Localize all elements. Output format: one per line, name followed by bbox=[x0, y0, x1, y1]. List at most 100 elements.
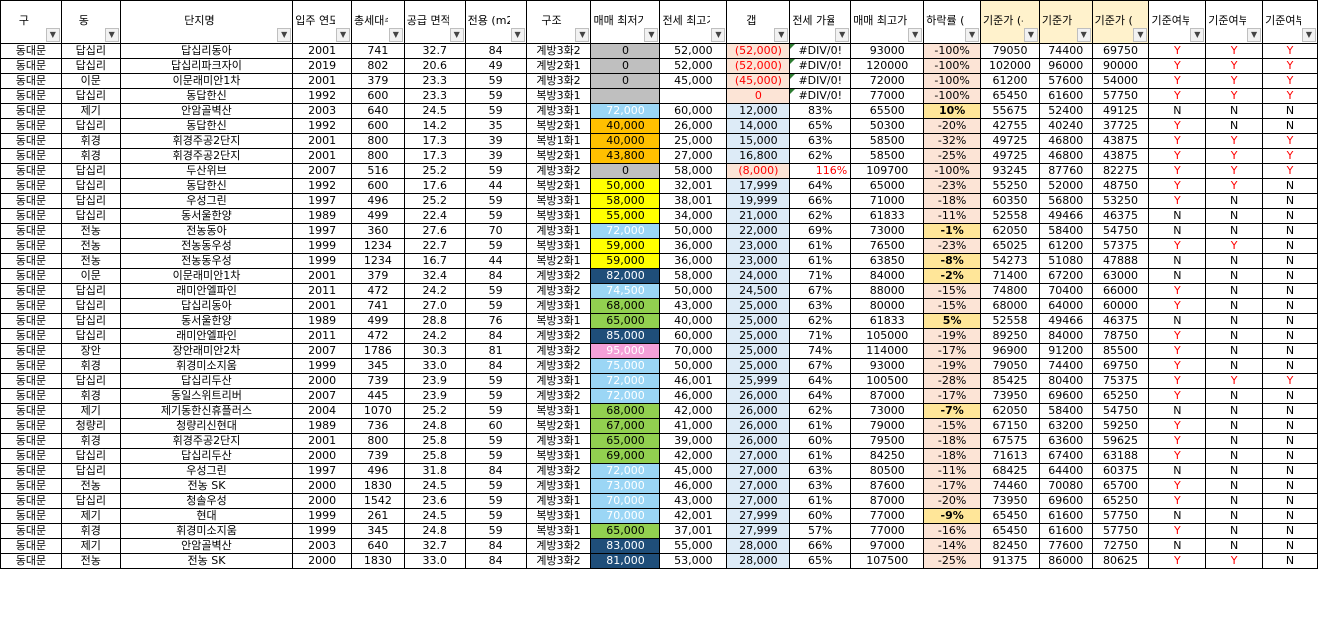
cell-sale-max-price[interactable]: 77000 bbox=[850, 88, 925, 104]
cell-supply-area[interactable]: 23.3 bbox=[403, 88, 466, 104]
cell-base-flag-20[interactable]: Y bbox=[1205, 373, 1264, 389]
cell-exclusive-area[interactable]: 59 bbox=[464, 448, 527, 464]
cell-complex-name[interactable]: 전농 SK bbox=[119, 478, 294, 494]
cell-base-flag-15[interactable]: N bbox=[1148, 223, 1207, 239]
cell-gap[interactable]: 25,000 bbox=[726, 328, 791, 344]
cell-jeonse-ratio[interactable]: #DIV/0! bbox=[789, 58, 852, 74]
cell-base-flag-25[interactable]: Y bbox=[1262, 73, 1318, 89]
cell-drop-rate[interactable]: -15% bbox=[923, 418, 982, 434]
cell-base-flag-25[interactable]: Y bbox=[1262, 133, 1318, 149]
cell-base-flag-25[interactable]: N bbox=[1262, 418, 1318, 434]
cell-move-in-year[interactable]: 2007 bbox=[292, 343, 353, 359]
filter-dropdown-icon[interactable]: ▼ bbox=[644, 28, 659, 42]
cell-base-flag-20[interactable]: N bbox=[1205, 448, 1264, 464]
cell-complex-name[interactable]: 휘경주공2단지 bbox=[119, 433, 294, 449]
cell-jeonse-ratio[interactable]: 67% bbox=[789, 358, 852, 374]
cell-complex-name[interactable]: 동답한신 bbox=[119, 118, 294, 134]
cell-jeonse-max-price[interactable]: 46,000 bbox=[659, 478, 728, 494]
cell-sale-max-price[interactable]: 71000 bbox=[850, 193, 925, 209]
cell-move-in-year[interactable]: 2000 bbox=[292, 553, 353, 569]
cell-sale-max-price[interactable]: 109700 bbox=[850, 163, 925, 179]
cell-structure[interactable]: 계방3화2 bbox=[525, 358, 592, 374]
cell-total-units[interactable]: 261 bbox=[351, 508, 405, 524]
cell-base-flag-20[interactable]: N bbox=[1205, 253, 1264, 269]
cell-exclusive-area[interactable]: 59 bbox=[464, 478, 527, 494]
cell-base-flag-25[interactable]: N bbox=[1262, 208, 1318, 224]
cell-complex-name[interactable]: 이문래미안1차 bbox=[119, 268, 294, 284]
cell-drop-rate[interactable]: -23% bbox=[923, 238, 982, 254]
cell-total-units[interactable]: 499 bbox=[351, 208, 405, 224]
cell-drop-rate[interactable]: -17% bbox=[923, 478, 982, 494]
cell-base-flag-25[interactable]: Y bbox=[1262, 163, 1318, 179]
cell-sale-min-price[interactable]: 50,000 bbox=[590, 178, 661, 194]
cell-base-price-25[interactable]: 54750 bbox=[1091, 403, 1150, 419]
cell-structure[interactable]: 계방3화2 bbox=[525, 163, 592, 179]
cell-base-flag-20[interactable]: N bbox=[1205, 313, 1264, 329]
cell-dong[interactable]: 답십리 bbox=[60, 193, 121, 209]
cell-base-flag-25[interactable]: N bbox=[1262, 493, 1318, 509]
cell-base-flag-20[interactable]: N bbox=[1205, 418, 1264, 434]
cell-total-units[interactable]: 800 bbox=[351, 433, 405, 449]
cell-base-flag-15[interactable]: Y bbox=[1148, 448, 1207, 464]
cell-sale-min-price[interactable]: 68,000 bbox=[590, 403, 661, 419]
cell-sale-min-price[interactable]: 72,000 bbox=[590, 373, 661, 389]
cell-drop-rate[interactable]: -9% bbox=[923, 508, 982, 524]
cell-base-flag-20[interactable]: Y bbox=[1205, 238, 1264, 254]
cell-sale-min-price[interactable]: 68,000 bbox=[590, 298, 661, 314]
cell-base-flag-25[interactable]: N bbox=[1262, 118, 1318, 134]
cell-sale-min-price[interactable] bbox=[590, 88, 661, 104]
cell-dong[interactable]: 이문 bbox=[60, 268, 121, 284]
cell-move-in-year[interactable]: 2001 bbox=[292, 73, 353, 89]
cell-base-price-25[interactable]: 75375 bbox=[1091, 373, 1150, 389]
cell-base-price-25[interactable]: 59250 bbox=[1091, 418, 1150, 434]
cell-dong[interactable]: 휘경 bbox=[60, 523, 121, 539]
cell-total-units[interactable]: 360 bbox=[351, 223, 405, 239]
cell-structure[interactable]: 복방3화1 bbox=[525, 523, 592, 539]
cell-exclusive-area[interactable]: 84 bbox=[464, 463, 527, 479]
cell-move-in-year[interactable]: 2001 bbox=[292, 298, 353, 314]
cell-exclusive-area[interactable]: 59 bbox=[464, 238, 527, 254]
cell-supply-area[interactable]: 22.4 bbox=[403, 208, 466, 224]
cell-complex-name[interactable]: 제기동한신휴플러스 bbox=[119, 403, 294, 419]
cell-gu[interactable]: 동대문 bbox=[0, 313, 62, 329]
cell-jeonse-ratio[interactable]: 67% bbox=[789, 283, 852, 299]
cell-supply-area[interactable]: 27.6 bbox=[403, 223, 466, 239]
cell-total-units[interactable]: 1830 bbox=[351, 553, 405, 569]
cell-base-flag-15[interactable]: Y bbox=[1148, 148, 1207, 164]
cell-jeonse-max-price[interactable]: 42,000 bbox=[659, 403, 728, 419]
cell-base-flag-25[interactable]: N bbox=[1262, 433, 1318, 449]
cell-dong[interactable]: 답십리 bbox=[60, 448, 121, 464]
cell-gap[interactable]: 26,000 bbox=[726, 403, 791, 419]
cell-base-price-15[interactable]: 49725 bbox=[980, 133, 1040, 149]
cell-supply-area[interactable]: 17.3 bbox=[403, 148, 466, 164]
cell-total-units[interactable]: 1234 bbox=[351, 253, 405, 269]
cell-base-flag-20[interactable]: N bbox=[1205, 493, 1264, 509]
cell-base-flag-15[interactable]: Y bbox=[1148, 343, 1207, 359]
cell-exclusive-area[interactable]: 44 bbox=[464, 178, 527, 194]
cell-base-flag-20[interactable]: Y bbox=[1205, 43, 1264, 59]
cell-structure[interactable]: 계방3화2 bbox=[525, 388, 592, 404]
filter-dropdown-icon[interactable]: ▼ bbox=[1133, 28, 1148, 42]
cell-exclusive-area[interactable]: 59 bbox=[464, 163, 527, 179]
cell-gu[interactable]: 동대문 bbox=[0, 193, 62, 209]
cell-sale-max-price[interactable]: 87000 bbox=[850, 388, 925, 404]
cell-base-flag-25[interactable]: N bbox=[1262, 283, 1318, 299]
cell-base-price-15[interactable]: 65025 bbox=[980, 238, 1040, 254]
cell-complex-name[interactable]: 전농동우성 bbox=[119, 253, 294, 269]
cell-base-flag-15[interactable]: Y bbox=[1148, 388, 1207, 404]
cell-base-price-25[interactable]: 82275 bbox=[1091, 163, 1150, 179]
cell-base-flag-15[interactable]: Y bbox=[1148, 133, 1207, 149]
cell-base-price-15[interactable]: 52558 bbox=[980, 208, 1040, 224]
cell-base-price-20[interactable]: 80400 bbox=[1038, 373, 1093, 389]
cell-sale-min-price[interactable]: 73,000 bbox=[590, 478, 661, 494]
cell-base-flag-20[interactable]: Y bbox=[1205, 133, 1264, 149]
cell-base-flag-25[interactable]: N bbox=[1262, 388, 1318, 404]
cell-base-price-15[interactable]: 74800 bbox=[980, 283, 1040, 299]
cell-base-price-15[interactable]: 96900 bbox=[980, 343, 1040, 359]
cell-dong[interactable]: 답십리 bbox=[60, 313, 121, 329]
cell-dong[interactable]: 전농 bbox=[60, 553, 121, 569]
filter-dropdown-icon[interactable]: ▼ bbox=[1302, 28, 1316, 42]
cell-sale-min-price[interactable]: 75,000 bbox=[590, 358, 661, 374]
cell-complex-name[interactable]: 두산위브 bbox=[119, 163, 294, 179]
cell-exclusive-area[interactable]: 60 bbox=[464, 418, 527, 434]
